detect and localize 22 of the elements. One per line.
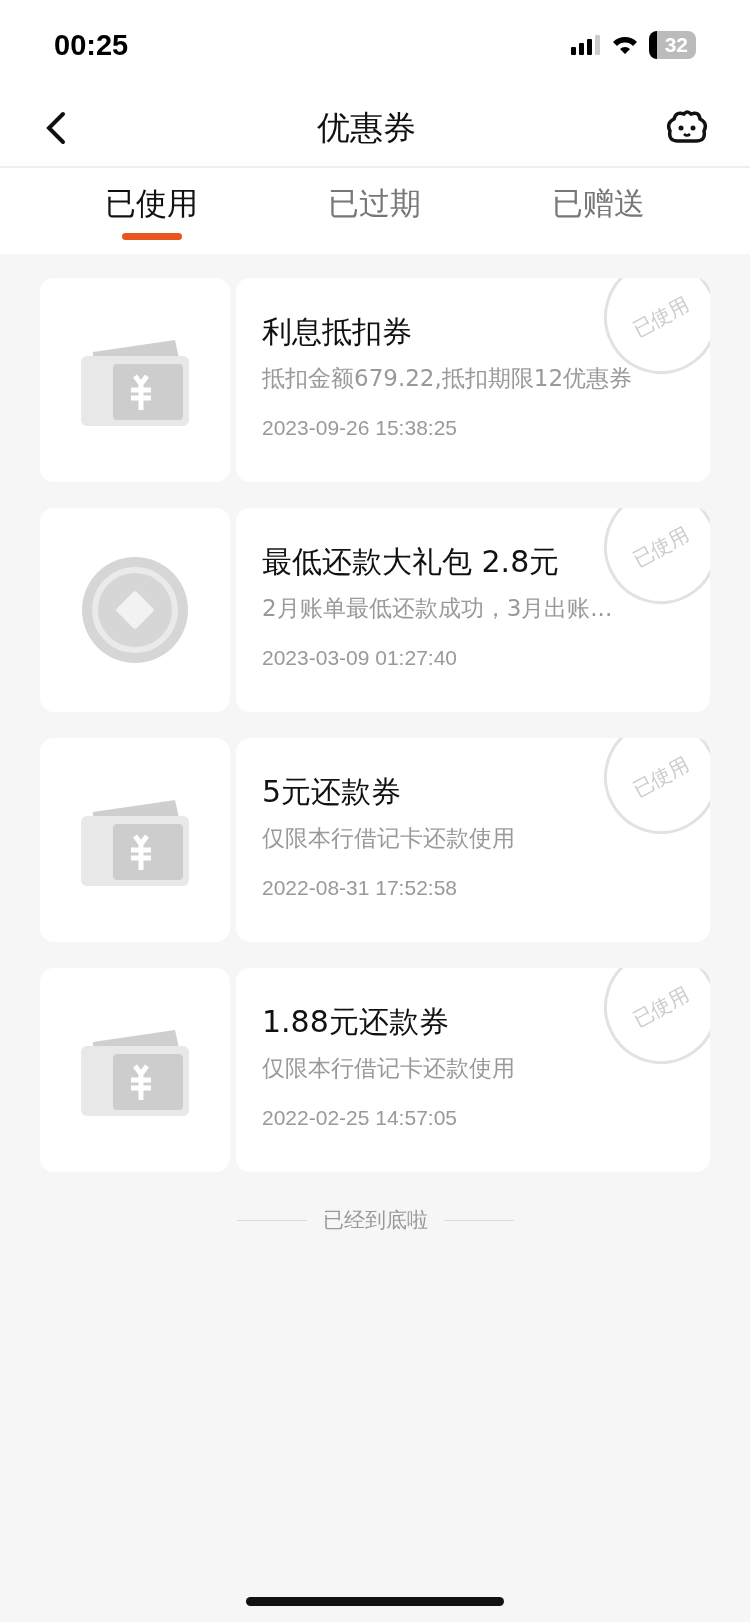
- coupon-date: 2023-03-09 01:27:40: [262, 646, 458, 670]
- tab[interactable]: 已赠送: [551, 168, 645, 254]
- coupon-description: 抵扣金额679.22,抵扣期限12优惠券: [262, 364, 634, 393]
- page-title: 优惠券: [316, 106, 416, 149]
- status-time: 00:25: [54, 28, 129, 62]
- back-icon[interactable]: [44, 111, 68, 145]
- tab[interactable]: 已使用: [105, 168, 199, 254]
- coupon-description: 2月账单最低还款成功，3月出账...: [262, 594, 614, 623]
- end-of-list-text: 已经到底啦: [322, 1207, 428, 1234]
- coupon-date: 2022-02-25 14:57:05: [262, 1106, 458, 1130]
- coupon-description: 仅限本行借记卡还款使用: [262, 1054, 516, 1083]
- battery-level: 32: [648, 31, 696, 59]
- coupon-title: 1.88元还款券: [262, 1003, 449, 1041]
- tab[interactable]: 已过期: [328, 168, 422, 254]
- coupon-title: 利息抵扣券: [262, 313, 412, 351]
- coupon-date: 2023-09-26 15:38:25: [262, 416, 458, 440]
- coupon-date: 2022-08-31 17:52:58: [262, 876, 458, 900]
- coin-icon: [81, 556, 189, 664]
- coupon-title: 最低还款大礼包 2.8元: [262, 543, 560, 581]
- signal-icon: [570, 35, 601, 55]
- coupon-title: 5元还款券: [262, 773, 402, 811]
- coupon-description: 仅限本行借记卡还款使用: [262, 824, 516, 853]
